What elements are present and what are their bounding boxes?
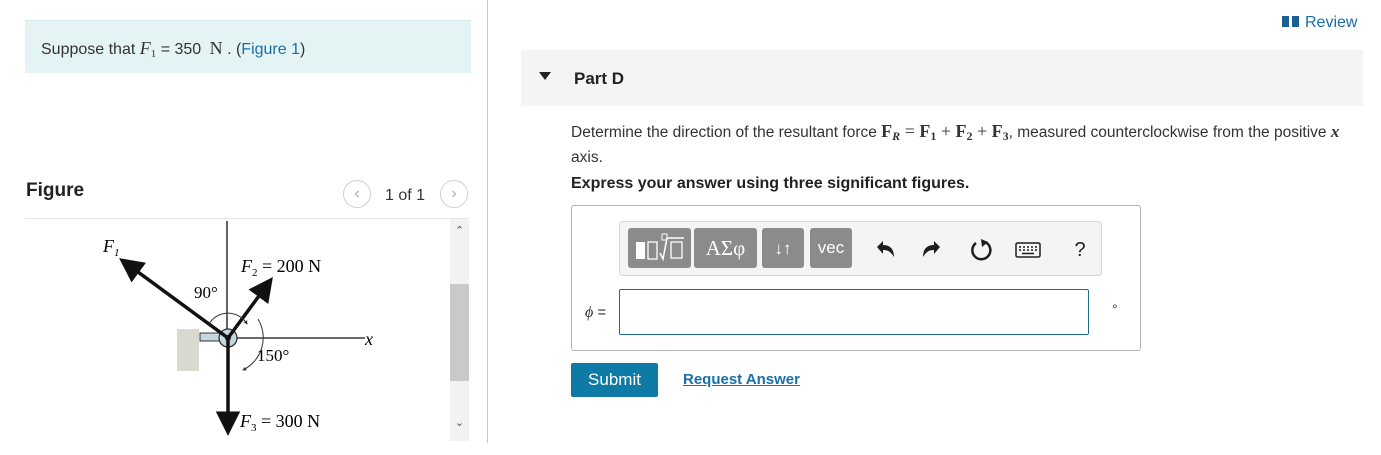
reset-icon [971, 239, 992, 261]
book-icon [1282, 16, 1299, 27]
keyboard-button[interactable] [1014, 236, 1042, 264]
answer-input[interactable] [619, 289, 1089, 335]
degree-unit: ° [1112, 301, 1118, 317]
axis-word: axis. [571, 149, 603, 166]
vector-button[interactable]: vec [810, 228, 852, 268]
answer-equals: = [593, 304, 607, 321]
help-button[interactable]: ? [1066, 236, 1094, 264]
figure-link[interactable]: Figure 1 [241, 41, 300, 58]
f2-symbol: F2 [955, 121, 973, 143]
question-tail: , measured counterclockwise from the pos… [1008, 124, 1331, 141]
keyboard-icon [1015, 242, 1041, 258]
scroll-down-icon[interactable]: ⌄ [450, 415, 469, 431]
intro-prefix: Suppose that [41, 41, 140, 58]
intro-text: Suppose that F1 = 350 N . (Figure 1) [41, 38, 305, 60]
templates-button[interactable] [628, 228, 691, 268]
templates-icon [636, 233, 684, 262]
intro-close: ) [300, 41, 306, 58]
caret-down-icon[interactable] [539, 72, 551, 80]
figure-viewport: F1 F2 = 200 N 90° 150° x F3 = 300 N [25, 218, 469, 442]
answer-variable-label: ϕ = [585, 304, 606, 322]
scroll-up-icon[interactable]: ⌃ [450, 223, 469, 239]
answer-panel: ΑΣφ ↓↑ vec ? ϕ = ° [571, 205, 1141, 351]
answer-instruction: Express your answer using three signific… [571, 175, 970, 192]
chevron-right-icon[interactable]: › [440, 180, 468, 208]
reset-button[interactable] [967, 236, 995, 264]
equals-sign: = [900, 121, 920, 141]
plus-sign-1: + [936, 121, 956, 141]
x-axis-label: x [364, 329, 373, 349]
f2-label: F2 = 200 N [240, 256, 321, 279]
f1-label: F1 [102, 236, 120, 259]
f1-letter: F [919, 121, 931, 141]
f3-letter: F [991, 121, 1003, 141]
figure-page-count: 1 of 1 [385, 187, 426, 204]
x-variable: x [1330, 122, 1340, 141]
question-text: Determine the direction of the resultant… [571, 120, 1351, 169]
resultant-letter: F [881, 121, 893, 141]
request-answer-link[interactable]: Request Answer [683, 371, 800, 388]
pane-divider [487, 0, 488, 443]
figure-pager: ‹ 1 of 1 › [343, 180, 471, 208]
math-toolbar: ΑΣφ ↓↑ vec ? [619, 221, 1102, 276]
intro-force-letter: F [139, 38, 151, 58]
redo-icon [923, 241, 940, 257]
resultant-symbol: FR [881, 121, 901, 143]
chevron-left-icon[interactable]: ‹ [343, 180, 371, 208]
part-title: Part D [574, 69, 625, 88]
part-header[interactable]: Part D [521, 50, 1363, 106]
submit-button[interactable]: Submit [571, 363, 658, 397]
force-diagram: F1 F2 = 200 N 90° 150° x F3 = 300 N [102, 221, 373, 436]
figure-heading: Figure [26, 180, 85, 201]
intro-dot: . ( [222, 41, 242, 58]
review-label: Review [1305, 14, 1358, 31]
figure-scrollbar[interactable]: ⌃ ⌄ [450, 219, 469, 441]
angle-150-label: 150° [257, 346, 289, 365]
resultant-subscript: R [892, 129, 901, 143]
f1-symbol: F1 [919, 121, 936, 143]
intro-force-symbol: F1 [139, 38, 157, 60]
intro-equals: = 350 [156, 41, 206, 58]
angle-90-label: 90° [194, 283, 218, 302]
greek-symbols-button[interactable]: ΑΣφ [694, 228, 757, 268]
f2-letter: F [955, 121, 967, 141]
scrollbar-thumb[interactable] [450, 284, 469, 381]
problem-intro: Suppose that F1 = 350 N . (Figure 1) [25, 20, 471, 73]
plus-sign-2: + [972, 121, 992, 141]
question-lead: Determine the direction of the resultant… [571, 124, 882, 141]
review-link[interactable]: Review [1282, 14, 1357, 32]
f3-symbol: F3 [991, 121, 1009, 143]
wall-support [177, 329, 199, 371]
f3-label: F3 = 300 N [239, 411, 320, 434]
subscript-superscript-button[interactable]: ↓↑ [762, 228, 804, 268]
f2-arrow [226, 277, 273, 340]
redo-button[interactable] [918, 236, 946, 264]
intro-unit: N [209, 38, 223, 58]
undo-button[interactable] [871, 236, 899, 264]
undo-icon [877, 241, 894, 257]
